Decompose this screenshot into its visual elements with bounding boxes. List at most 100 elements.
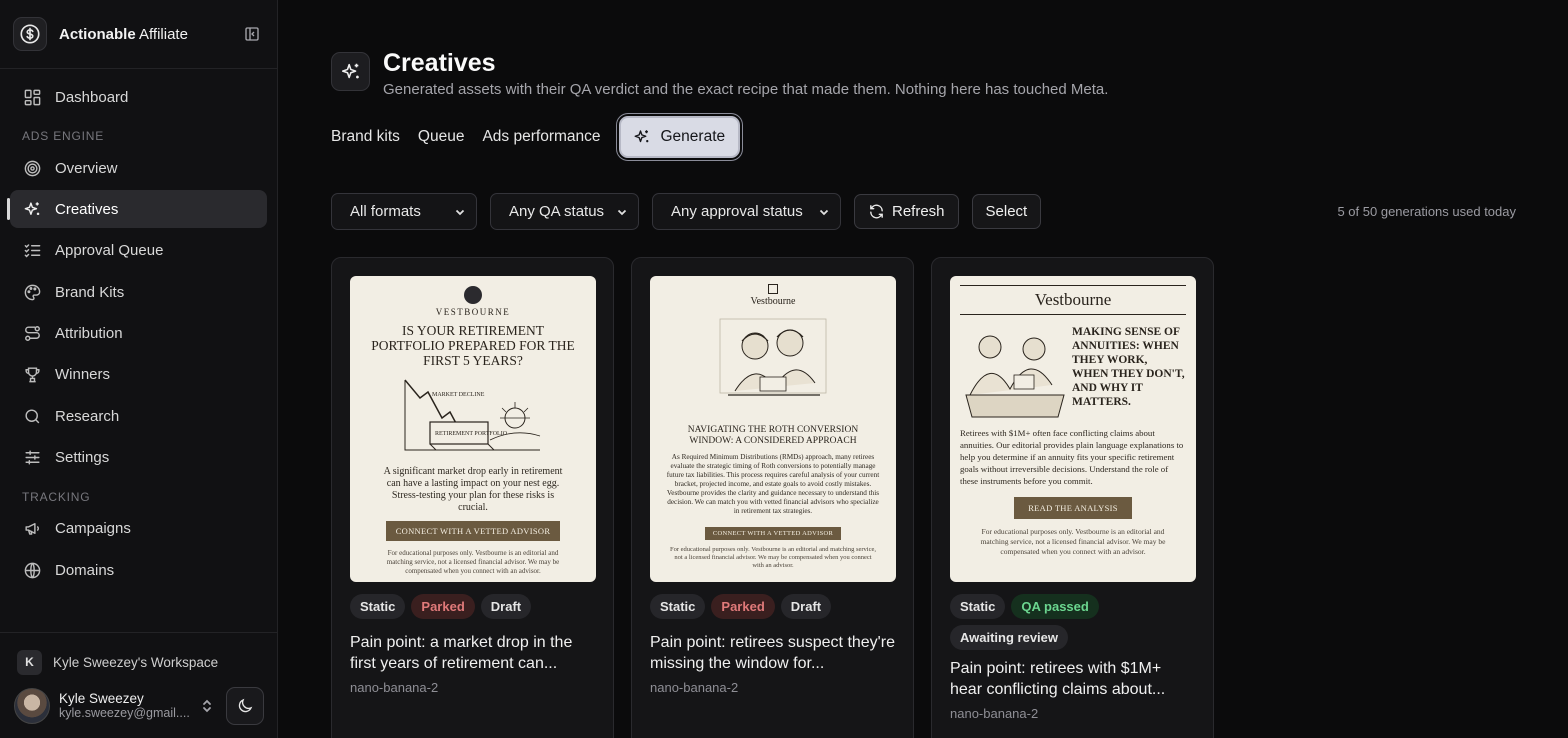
card-title: Pain point: a market drop in the first y… [350, 634, 573, 672]
brand-emblem-icon [768, 284, 778, 294]
thumb-headline: IS YOUR RETIREMENT PORTFOLIO PREPARED FO… [371, 323, 575, 368]
qa-status-badge: QA passed [1011, 594, 1099, 619]
thumb-footer: For educational purposes only. Vestbourn… [670, 546, 876, 569]
qa-status-select[interactable]: Any QA status [490, 193, 639, 230]
sidebar-item-label: Winners [55, 366, 111, 384]
card-model: nano-banana-2 [350, 680, 439, 695]
main-content: Creatives Generated assets with their QA… [279, 0, 1568, 738]
approval-status-select[interactable]: Any approval status [652, 193, 841, 230]
thumb-cta: CONNECT WITH A VETTED ADVISOR [704, 527, 842, 540]
thumb-brand: VESTBOURNE [435, 307, 511, 317]
avatar[interactable] [14, 688, 50, 724]
chevron-down-icon [616, 206, 628, 218]
illus-portfolio-label: RETIREMENT PORTFOLIO [435, 431, 508, 437]
tab-ads-performance[interactable]: Ads performance [482, 128, 600, 146]
sidebar-item-creatives[interactable]: Creatives [7, 190, 267, 229]
creative-card[interactable]: VESTBOURNE IS YOUR RETIREMENT PORTFOLIO … [331, 257, 614, 738]
creative-thumbnail[interactable]: Vestbourne NAVIGATING THE ROTH CONVERSIO… [650, 276, 896, 582]
sparkles-icon [331, 52, 370, 91]
trophy-icon [22, 365, 42, 385]
sliders-icon [22, 448, 42, 468]
sidebar-item-research[interactable]: Research [10, 397, 267, 435]
thumb-headline: MAKING SENSE OF ANNUITIES: WHEN THEY WOR… [1072, 326, 1185, 408]
thumb-body: A significant market drop early in retir… [383, 466, 563, 513]
sidebar-item-settings[interactable]: Settings [10, 439, 267, 477]
sidebar-item-attribution[interactable]: Attribution [10, 315, 267, 353]
format-badge: Static [650, 594, 706, 619]
app-name: Actionable Affiliate [59, 25, 188, 43]
thumb-footer: For educational purposes only. Vestbourn… [386, 549, 560, 575]
creative-card[interactable]: Vestbourne MAKING SENSE OF ANNUITIES: WH… [931, 257, 1214, 738]
approval-status-badge: Draft [480, 594, 532, 619]
sidebar-item-label: Overview [55, 159, 118, 177]
brand-emblem-icon [464, 286, 482, 304]
sidebar-item-domains[interactable]: Domains [10, 551, 267, 589]
select-button[interactable]: Select [971, 194, 1042, 229]
sidebar-item-approval-queue[interactable]: Approval Queue [10, 232, 267, 270]
workspace-initial: K [17, 649, 42, 675]
card-model: nano-banana-2 [650, 680, 739, 695]
sidebar-item-dashboard[interactable]: Dashboard [10, 78, 267, 116]
sparkles-icon [633, 128, 651, 146]
thumb-brand: Vestbourne [750, 296, 796, 307]
usage-counter: 5 of 50 generations used today [1337, 204, 1516, 219]
qa-status-select-value: Any QA status [509, 203, 605, 220]
creative-thumbnail[interactable]: VESTBOURNE IS YOUR RETIREMENT PORTFOLIO … [350, 276, 596, 582]
illus-top-label: MARKET DECLINE [432, 392, 485, 398]
collapse-sidebar-icon[interactable] [241, 23, 263, 45]
megaphone-icon [22, 519, 42, 539]
market-decline-illustration: MARKET DECLINE RETIREMENT PORTFOLIO [404, 379, 541, 451]
sidebar-item-label: Domains [55, 561, 115, 579]
user-info[interactable]: Kyle Sweezey kyle.sweezey@gmail.... [59, 691, 198, 721]
creative-card[interactable]: Vestbourne NAVIGATING THE ROTH CONVERSIO… [631, 257, 914, 738]
approval-status-select-value: Any approval status [671, 203, 803, 220]
generate-button[interactable]: Generate [618, 116, 741, 158]
sidebar-item-label: Research [55, 407, 120, 425]
chevron-down-icon [818, 206, 830, 218]
theme-toggle-button[interactable] [226, 687, 264, 725]
globe-icon [22, 560, 42, 580]
format-badge: Static [350, 594, 406, 619]
thumb-body: As Required Minimum Distributions (RMDs)… [666, 453, 880, 515]
select-label: Select [985, 203, 1028, 220]
sidebar: Actionable Affiliate Dashboard ADS ENGIN… [0, 0, 278, 738]
card-model: nano-banana-2 [950, 706, 1039, 721]
section-label-tracking: TRACKING [22, 489, 91, 504]
format-select[interactable]: All formats [331, 193, 477, 230]
approval-status-badge: Draft [780, 594, 832, 619]
badge-row: Static Parked Draft [350, 594, 595, 625]
palette-icon [22, 282, 42, 302]
sidebar-item-overview[interactable]: Overview [10, 149, 267, 187]
chevron-up-down-icon[interactable] [198, 695, 216, 717]
thumb-cta: READ THE ANALYSIS [1014, 497, 1132, 519]
sidebar-item-brand-kits[interactable]: Brand Kits [10, 273, 267, 311]
tab-queue[interactable]: Queue [418, 128, 465, 146]
sidebar-nav: Dashboard ADS ENGINE Overview Creatives … [0, 69, 277, 589]
sidebar-item-label: Creatives [55, 200, 119, 218]
card-title: Pain point: retirees suspect they're mis… [650, 634, 895, 672]
sidebar-item-label: Dashboard [55, 88, 129, 106]
workspace-panel: K Kyle Sweezey's Workspace Kyle Sweezey … [0, 632, 278, 738]
target-icon [22, 158, 42, 178]
sidebar-item-winners[interactable]: Winners [10, 356, 267, 394]
creative-thumbnail[interactable]: Vestbourne MAKING SENSE OF ANNUITIES: WH… [950, 276, 1196, 582]
format-select-value: All formats [350, 203, 421, 220]
dashboard-icon [22, 87, 42, 107]
thumb-headline: NAVIGATING THE ROTH CONVERSION WINDOW: A… [687, 425, 859, 446]
badge-row: Static QA passed Awaiting review [950, 594, 1195, 656]
refresh-label: Refresh [892, 203, 945, 220]
qa-status-badge: Parked [411, 594, 475, 619]
sidebar-item-label: Approval Queue [55, 242, 164, 260]
refresh-button[interactable]: Refresh [854, 194, 959, 229]
dollar-logo-icon[interactable] [13, 17, 47, 51]
couple-at-desk-illustration [965, 335, 1065, 418]
brand-header: Actionable Affiliate [0, 0, 277, 69]
tab-brand-kits[interactable]: Brand kits [331, 128, 400, 146]
workspace-switcher[interactable]: K Kyle Sweezey's Workspace [0, 642, 278, 682]
thumb-body: Retirees with $1M+ often face conflictin… [960, 428, 1184, 486]
thumb-cta: CONNECT WITH A VETTED ADVISOR [385, 521, 561, 541]
page-header: Creatives Generated assets with their QA… [331, 48, 1108, 98]
filter-bar: All formats Any QA status Any approval s… [331, 193, 1054, 230]
sidebar-item-campaigns[interactable]: Campaigns [10, 510, 267, 548]
thumb-footer: For educational purposes only. Vestbourn… [980, 527, 1166, 556]
